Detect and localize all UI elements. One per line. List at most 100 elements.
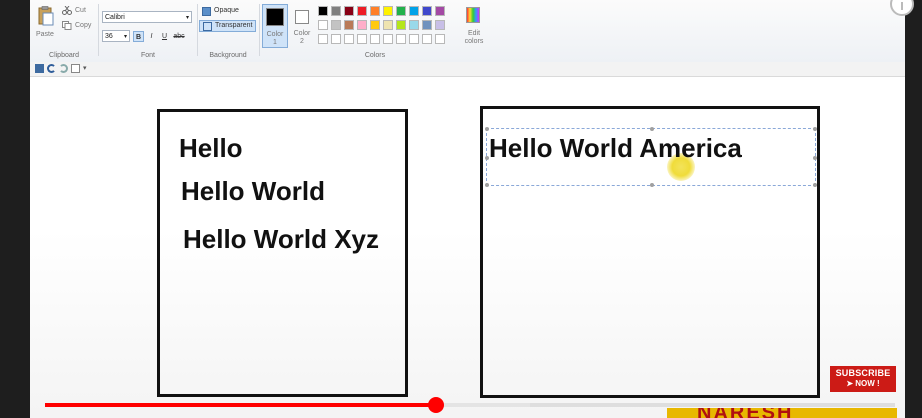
italic-button[interactable]: I [146, 31, 157, 42]
font-size-select[interactable]: 36 ▾ [102, 30, 130, 42]
color1-swatch [266, 8, 284, 26]
transparent-label: Transparent [215, 22, 253, 29]
background-group-label: Background [209, 52, 247, 59]
paste-label: Paste [36, 31, 54, 38]
custom-color-slot[interactable] [331, 34, 341, 44]
font-family-select[interactable]: Calibri ▾ [102, 11, 192, 23]
color-swatch[interactable] [357, 20, 367, 30]
transparent-icon [203, 21, 212, 31]
color-swatch[interactable] [370, 20, 380, 30]
channel-brand-text: NARESH [697, 408, 793, 418]
left-text-line-1: Hello [179, 133, 243, 163]
resize-handle[interactable] [813, 183, 817, 187]
video-progress-played [45, 403, 436, 407]
paste-icon [38, 6, 54, 26]
color-swatch[interactable] [318, 6, 328, 16]
color-swatch[interactable] [435, 20, 445, 30]
color-swatch[interactable] [331, 6, 341, 16]
paste-button[interactable]: Paste [35, 4, 57, 40]
bold-button[interactable]: B [133, 31, 144, 42]
color-swatch[interactable] [318, 20, 328, 30]
color-swatch[interactable] [409, 6, 419, 16]
color-swatch[interactable] [331, 20, 341, 30]
underline-button[interactable]: U [159, 31, 170, 42]
edit-colors-button[interactable]: Edit colors [460, 4, 488, 48]
resize-handle[interactable] [813, 156, 817, 160]
cut-button[interactable]: Cut [62, 6, 86, 15]
send-icon: ➤ [846, 379, 854, 388]
save-icon[interactable] [35, 64, 44, 73]
scissors-icon [62, 6, 72, 15]
color-swatch[interactable] [357, 6, 367, 16]
color-swatch[interactable] [396, 20, 406, 30]
custom-color-slot[interactable] [344, 34, 354, 44]
resize-handle[interactable] [485, 183, 489, 187]
undo-icon[interactable] [47, 64, 56, 73]
color-swatch[interactable] [422, 6, 432, 16]
custom-color-slot[interactable] [318, 34, 328, 44]
custom-color-slot[interactable] [396, 34, 406, 44]
custom-color-slot[interactable] [435, 34, 445, 44]
colors-group-label: Colors [364, 52, 386, 59]
drawing-canvas[interactable]: Hello Hello World Hello World Xyz Hello … [30, 77, 905, 418]
color-swatch[interactable] [383, 20, 393, 30]
video-left-border [0, 0, 30, 418]
colors-group: Color 1 Color 2 Edit colors Colors [260, 2, 490, 60]
resize-handle[interactable] [650, 183, 654, 187]
resize-handle[interactable] [813, 127, 817, 131]
resize-handle[interactable] [650, 127, 654, 131]
right-text[interactable]: Hello World America [489, 133, 742, 164]
color1-button[interactable]: Color 1 [262, 4, 288, 48]
ribbon-separator [98, 4, 99, 56]
color2-label: Color [293, 30, 311, 37]
color-swatch[interactable] [383, 6, 393, 16]
color-swatch[interactable] [344, 6, 354, 16]
video-buffered-bar [440, 403, 530, 407]
font-family-value: Calibri [105, 14, 125, 21]
color-swatch[interactable] [409, 20, 419, 30]
left-text-line-2: Hello World [181, 176, 325, 206]
redo-icon[interactable] [59, 64, 68, 73]
strikethrough-button[interactable]: abc [172, 31, 186, 42]
video-frame: Paste Cut Copy Clipboard Calibri ▾ 36 ▾ … [0, 0, 922, 418]
transparent-option[interactable]: Transparent [199, 20, 257, 32]
video-right-border [905, 0, 922, 418]
copy-icon [62, 21, 72, 30]
color-swatch[interactable] [422, 20, 432, 30]
new-file-icon[interactable] [71, 64, 80, 73]
custom-color-slot[interactable] [409, 34, 419, 44]
clipboard-group: Paste Cut Copy Clipboard [32, 2, 96, 60]
color-wheel-icon [466, 7, 480, 23]
color-swatch[interactable] [435, 6, 445, 16]
resize-handle[interactable] [485, 127, 489, 131]
font-group: Calibri ▾ 36 ▾ B I U abc Font [100, 2, 196, 60]
cut-label: Cut [75, 7, 86, 14]
left-text-line-3: Hello World Xyz [183, 224, 379, 254]
quick-access-toolbar: ▾ [30, 62, 905, 77]
color-swatch[interactable] [396, 6, 406, 16]
edit-colors-label: Edit [467, 30, 481, 37]
color-palette [318, 6, 468, 46]
custom-color-slot[interactable] [370, 34, 380, 44]
custom-color-slot[interactable] [383, 34, 393, 44]
clipboard-group-label: Clipboard [49, 52, 79, 59]
opaque-option[interactable]: Opaque [199, 5, 242, 17]
chevron-down-icon: ▾ [185, 15, 189, 21]
copy-button[interactable]: Copy [62, 21, 91, 30]
opaque-icon [202, 6, 211, 16]
color-swatch[interactable] [344, 20, 354, 30]
subscribe-now-row: ➤ NOW ! [830, 378, 896, 389]
color2-button[interactable]: Color 2 [290, 4, 316, 48]
ribbon: Paste Cut Copy Clipboard Calibri ▾ 36 ▾ … [30, 0, 914, 63]
color2-swatch [295, 10, 309, 24]
video-scrubber-handle[interactable] [428, 397, 444, 413]
subscribe-button[interactable]: SUBSCRIBE ➤ NOW ! [830, 366, 896, 392]
custom-color-slot[interactable] [422, 34, 432, 44]
paint-window: Paste Cut Copy Clipboard Calibri ▾ 36 ▾ … [30, 0, 914, 418]
subscribe-now-label: NOW ! [855, 379, 880, 388]
subscribe-label: SUBSCRIBE [835, 368, 891, 378]
custom-color-slot[interactable] [357, 34, 367, 44]
channel-brand-banner: NARESH [667, 408, 897, 418]
color-swatch[interactable] [370, 6, 380, 16]
customize-dropdown-icon[interactable]: ▾ [83, 64, 92, 73]
